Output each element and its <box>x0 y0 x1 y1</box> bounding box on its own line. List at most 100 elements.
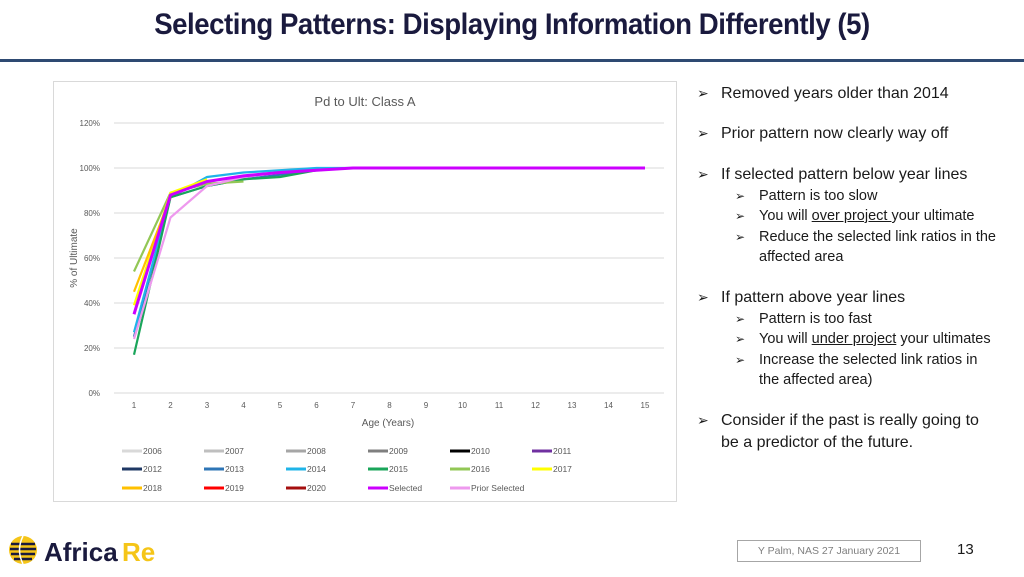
line-chart: Pd to Ult: Class A 0%20%40%60%80%100%120… <box>69 94 664 493</box>
bullet-text: If pattern above year lines <box>721 289 906 306</box>
underlined-text: under project <box>811 331 897 347</box>
legend-item: 2019 <box>204 483 244 493</box>
y-tick-label: 80% <box>84 209 100 218</box>
presenter-footer: Y Palm, NAS 27 January 2021 <box>737 540 921 562</box>
arrow-bullet-icon: ➢ <box>697 85 709 101</box>
bullet-continuation: be a predictor of the future. <box>721 434 914 451</box>
x-axis-label: Age (Years) <box>362 418 414 429</box>
sub-bullet-item: ➢ You will over project your ultimate <box>735 206 974 226</box>
legend-label: 2013 <box>225 464 244 474</box>
series-line-prior-selected <box>132 166 645 340</box>
legend-label: 2010 <box>471 446 490 456</box>
arrow-bullet-icon: ➢ <box>735 230 746 244</box>
legend-label: Prior Selected <box>471 483 525 493</box>
bullet-text: Pattern is too fast <box>759 311 872 327</box>
bullet-text: You will <box>759 208 812 224</box>
y-tick-label: 100% <box>80 164 100 173</box>
logo-text: Africa <box>44 537 118 567</box>
logo-text-re: Re <box>122 537 155 567</box>
arrow-bullet-icon: ➢ <box>697 289 709 305</box>
x-tick-label: 14 <box>604 401 613 410</box>
legend-label: 2008 <box>307 446 326 456</box>
x-tick-label: 9 <box>424 401 429 410</box>
legend-item: 2015 <box>368 464 408 474</box>
x-tick-label: 2 <box>168 401 173 410</box>
series-line-selected <box>132 166 645 315</box>
legend-item: 2014 <box>286 464 326 474</box>
legend-item: 2012 <box>122 464 162 474</box>
y-tick-label: 120% <box>80 119 100 128</box>
legend-label: 2012 <box>143 464 162 474</box>
x-tick-label: 15 <box>641 401 650 410</box>
arrow-bullet-icon: ➢ <box>697 125 709 141</box>
bullet-text: your ultimate <box>891 208 975 224</box>
page-title: Selecting Patterns: Displaying Informati… <box>154 8 870 41</box>
legend-label: 2017 <box>553 464 572 474</box>
bullet-text: If selected pattern below year lines <box>721 166 968 183</box>
legend-item: 2017 <box>532 464 572 474</box>
sub-bullet-item: ➢ Pattern is too fast <box>735 309 872 329</box>
arrow-bullet-icon: ➢ <box>697 166 709 182</box>
bullet-text: Reduce the selected link ratios in the <box>759 229 996 245</box>
africa-re-logo: Africa Re <box>6 532 166 572</box>
bullet-text: your ultimates <box>896 331 991 347</box>
legend-item: 2009 <box>368 446 408 456</box>
legend-item: 2020 <box>286 483 326 493</box>
legend-label: 2006 <box>143 446 162 456</box>
y-axis-label: % of Ultimate <box>69 228 80 288</box>
legend-label: Selected <box>389 483 422 493</box>
legend-item: Prior Selected <box>450 483 525 493</box>
bullet-text: Consider if the past is really going to <box>721 412 979 429</box>
legend-label: 2020 <box>307 483 326 493</box>
bullet-text: You will <box>759 331 812 347</box>
page-number: 13 <box>957 541 974 558</box>
legend-item: 2008 <box>286 446 326 456</box>
legend-item: 2016 <box>450 464 490 474</box>
legend-label: 2016 <box>471 464 490 474</box>
legend-item: 2007 <box>204 446 244 456</box>
x-tick-label: 1 <box>132 401 137 410</box>
bullet-item: ➢ If selected pattern below year lines <box>697 163 967 186</box>
arrow-bullet-icon: ➢ <box>735 312 746 326</box>
legend-item: Selected <box>368 483 422 493</box>
y-tick-label: 60% <box>84 254 100 263</box>
sub-bullet-item: ➢ Reduce the selected link ratios in the <box>735 227 996 247</box>
legend-label: 2019 <box>225 483 244 493</box>
arrow-bullet-icon: ➢ <box>697 412 709 428</box>
bullet-continuation: the affected area) <box>759 372 873 388</box>
x-tick-label: 4 <box>241 401 246 410</box>
y-tick-label: 20% <box>84 344 100 353</box>
sub-bullet-item: ➢ You will under project your ultimates <box>735 329 991 349</box>
bullet-item: ➢ Prior pattern now clearly way off <box>697 122 948 145</box>
bullet-item: ➢ Consider if the past is really going to <box>697 409 979 432</box>
underlined-text: over project <box>811 208 892 224</box>
sub-bullet-item: ➢ Increase the selected link ratios in <box>735 350 977 370</box>
bullet-continuation: affected area <box>759 249 844 265</box>
bullet-text: Increase the selected link ratios in <box>759 352 978 368</box>
chart-container: Pd to Ult: Class A 0% 20% 40% 60% 80% 100% 120… <box>53 81 677 502</box>
bullet-item: ➢ Removed years older than 2014 <box>697 82 949 105</box>
legend-item: 2013 <box>204 464 244 474</box>
chart-title: Pd to Ult: Class A <box>314 94 415 109</box>
bullet-text: Prior pattern now clearly way off <box>721 125 949 142</box>
x-tick-label: 5 <box>278 401 283 410</box>
x-tick-label: 12 <box>531 401 540 410</box>
arrow-bullet-icon: ➢ <box>735 209 746 223</box>
x-tick-label: 13 <box>568 401 577 410</box>
bullet-text: Removed years older than 2014 <box>721 85 949 102</box>
logo-globe-icon: Africa Re <box>9 535 155 567</box>
legend-item: 2006 <box>122 446 162 456</box>
title-divider <box>0 59 1024 62</box>
x-tick-label: 8 <box>387 401 392 410</box>
legend-label: 2007 <box>225 446 244 456</box>
legend-label: 2018 <box>143 483 162 493</box>
sub-bullet-item: ➢ Pattern is too slow <box>735 186 877 206</box>
x-tick-label: 7 <box>351 401 356 410</box>
legend-item: 2018 <box>122 483 162 493</box>
bullet-text: Pattern is too slow <box>759 188 878 204</box>
series-line-2015 <box>132 169 317 355</box>
y-tick-label: 0% <box>88 389 100 398</box>
legend-label: 2014 <box>307 464 326 474</box>
x-tick-label: 3 <box>205 401 210 410</box>
legend-item: 2011 <box>532 446 572 456</box>
